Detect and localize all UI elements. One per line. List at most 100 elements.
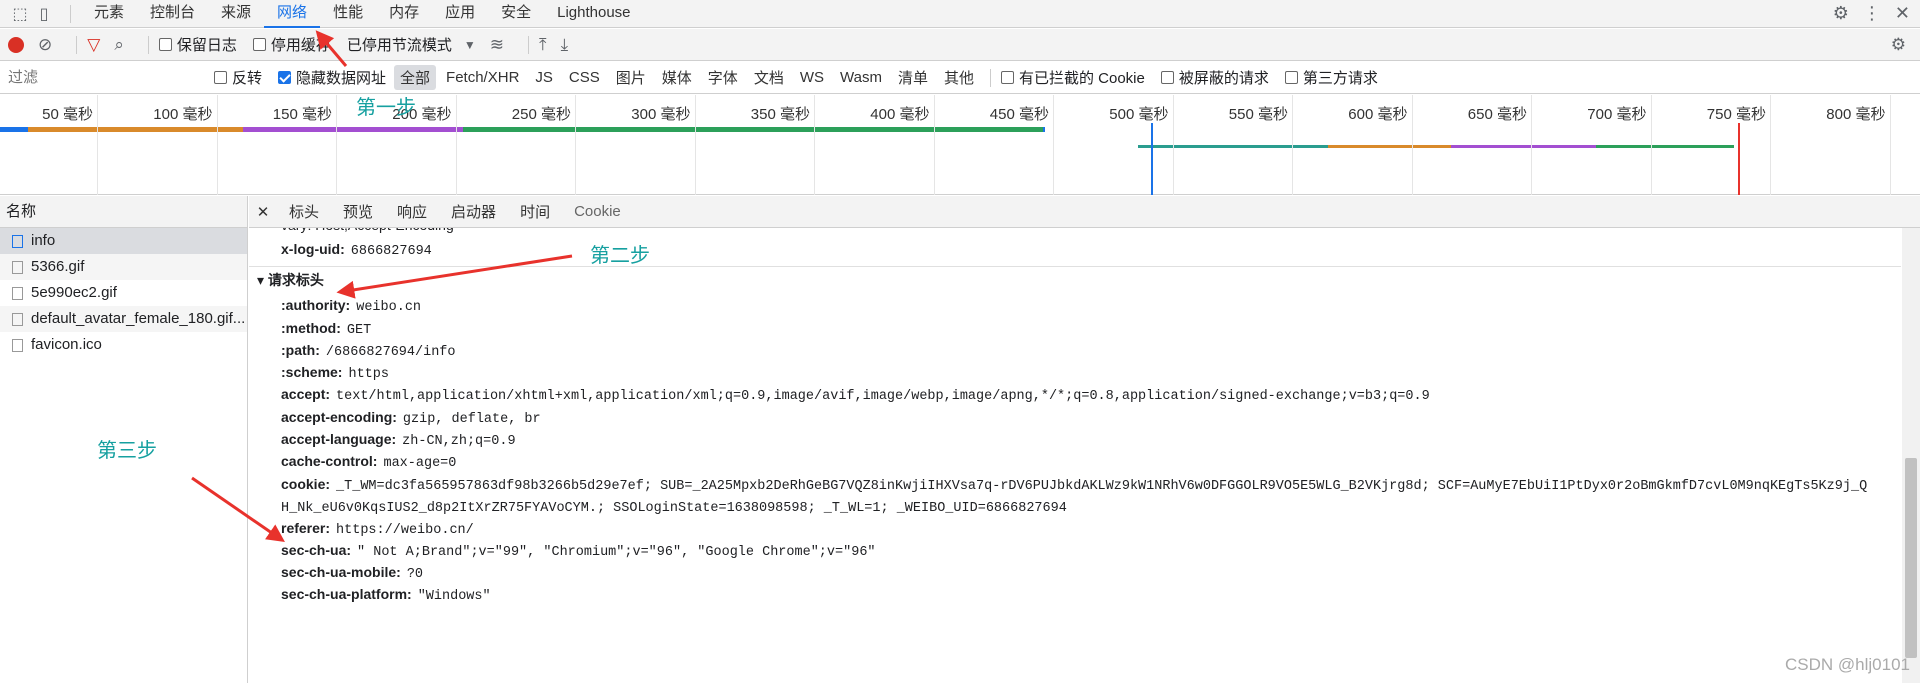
tab-1[interactable]: 控制台	[137, 0, 208, 28]
tab-3[interactable]: 网络	[264, 0, 321, 28]
close-detail-icon[interactable]: ✕	[249, 203, 277, 221]
filter-input[interactable]	[4, 66, 214, 89]
header-row: accept: text/html,application/xhtml+xml,a…	[281, 383, 1430, 408]
filter-type-5[interactable]: 媒体	[656, 65, 698, 90]
filter-type-10[interactable]: 清单	[892, 65, 934, 90]
checkbox-box[interactable]	[1160, 71, 1174, 84]
filter-type-2[interactable]: JS	[529, 67, 559, 88]
header-name: accept-language:	[281, 431, 397, 447]
timeline-tick-label: 550 毫秒	[1228, 106, 1288, 123]
detail-tab-5[interactable]: Cookie	[562, 203, 633, 220]
scrollbar[interactable]	[1902, 228, 1920, 683]
tab-4[interactable]: 性能	[320, 0, 376, 28]
request-row[interactable]: 5366.gif	[0, 254, 247, 280]
header-value: https	[348, 367, 389, 382]
timeline-tick-label: 700 毫秒	[1587, 106, 1647, 123]
checkbox-box[interactable]	[252, 38, 266, 51]
tab-2[interactable]: 来源	[208, 0, 264, 28]
settings-gear-icon[interactable]: ⚙	[1833, 3, 1849, 24]
chevron-down-icon[interactable]: ▼	[464, 38, 476, 52]
request-headers-section[interactable]: ▾ 请求标头	[257, 270, 324, 290]
divider	[70, 4, 71, 23]
export-har-icon[interactable]: ⤓	[561, 35, 569, 55]
tab-8[interactable]: Lighthouse	[544, 0, 643, 28]
filter-type-4[interactable]: 图片	[610, 65, 652, 90]
import-har-icon[interactable]: ⤒	[539, 35, 547, 55]
checkbox-box[interactable]	[1284, 71, 1298, 84]
divider	[989, 68, 991, 87]
close-icon[interactable]: ✕	[1895, 3, 1910, 24]
timeline-tick-label: 400 毫秒	[870, 106, 930, 123]
preserve-log-checkbox[interactable]: 保留日志	[158, 34, 237, 55]
network-conditions-icon[interactable]: ≋	[490, 35, 504, 55]
header-name: referer:	[281, 520, 331, 536]
timeline-grid-line	[1411, 95, 1413, 195]
header-name: accept:	[281, 386, 331, 402]
header-value: H_Nk_eU6v0KqsIUS2_d8p2ItXrZR75FYAVoCYM.;…	[281, 501, 1067, 516]
timeline-bar	[1138, 145, 1328, 148]
filter-type-6[interactable]: 字体	[702, 65, 744, 90]
hide-data-urls-checkbox[interactable]: 隐藏数据网址	[278, 67, 386, 88]
filter-type-7[interactable]: 文档	[748, 65, 790, 90]
tab-0[interactable]: 元素	[81, 0, 137, 28]
request-row[interactable]: 5e990ec2.gif	[0, 280, 247, 306]
filter-type-9[interactable]: Wasm	[834, 67, 888, 88]
tab-5[interactable]: 内存	[376, 0, 432, 28]
checkbox-box[interactable]	[1000, 71, 1014, 84]
timeline-grid-line	[575, 95, 576, 195]
detail-tab-2[interactable]: 响应	[385, 201, 439, 222]
name-column-header[interactable]: 名称	[0, 196, 247, 228]
search-icon[interactable]: ⌕	[114, 35, 124, 55]
more-options-icon[interactable]: ⋮	[1863, 3, 1881, 24]
timeline-tick-label: 100 毫秒	[153, 106, 213, 123]
detail-tab-1[interactable]: 预览	[331, 201, 385, 222]
blocked-cookies-checkbox[interactable]: 有已拦截的 Cookie	[1000, 67, 1145, 88]
device-toolbar-icon[interactable]: ▯	[32, 2, 56, 26]
scrollbar-thumb[interactable]	[1905, 458, 1917, 658]
header-name: sec-ch-ua:	[281, 542, 352, 558]
inspect-element-icon[interactable]: ⬚	[8, 2, 32, 26]
header-value: max-age=0	[383, 456, 457, 471]
invert-checkbox[interactable]: 反转	[214, 67, 262, 88]
timeline-grid-line	[216, 95, 218, 195]
filter-type-8[interactable]: WS	[794, 67, 830, 88]
annotation-step1: 第一步	[356, 97, 416, 119]
timeline-overview[interactable]: 50 毫秒 100 毫秒 150 毫秒 200 毫秒 250 毫秒 300 毫秒 350 毫…	[0, 95, 1920, 195]
request-name: 5366.gif	[31, 258, 85, 275]
watermark: CSDN @hlj0101	[1785, 655, 1910, 674]
header-name: sec-ch-ua-platform:	[281, 586, 412, 602]
timeline-grid-line	[455, 95, 457, 195]
filter-type-3[interactable]: CSS	[563, 67, 606, 88]
blocked-requests-checkbox[interactable]: 被屏蔽的请求	[1160, 67, 1269, 88]
filter-type-0[interactable]: 全部	[394, 65, 437, 90]
detail-tab-3[interactable]: 启动器	[439, 201, 508, 222]
tab-7[interactable]: 安全	[488, 0, 544, 28]
disable-cache-checkbox[interactable]: 停用缓存	[252, 34, 331, 55]
third-party-label: 第三方请求	[1302, 70, 1378, 87]
annotation-step3: 第三步	[97, 440, 157, 462]
filter-icon[interactable]: ▽	[87, 35, 100, 55]
request-row[interactable]: favicon.ico	[0, 332, 247, 358]
checkbox-box-checked[interactable]	[278, 71, 292, 84]
header-name: x-log-uid:	[281, 241, 345, 257]
checkbox-box[interactable]	[158, 38, 172, 51]
detail-tab-0[interactable]: 标头	[277, 201, 331, 222]
request-row[interactable]: default_avatar_female_180.gif...	[0, 306, 247, 332]
request-row[interactable]: info	[0, 228, 247, 254]
network-settings-icon[interactable]: ⚙	[1891, 35, 1906, 55]
throttling-select[interactable]: 已停用节流模式	[347, 34, 452, 55]
detail-tab-4[interactable]: 时间	[508, 201, 562, 222]
timeline-tick-label: 250 毫秒	[511, 106, 571, 123]
section-title: 请求标头	[267, 272, 324, 288]
timeline-tick-label: 800 毫秒	[1826, 106, 1886, 123]
record-button[interactable]	[8, 36, 24, 53]
dom-content-loaded-marker	[1151, 123, 1153, 195]
filter-type-1[interactable]: Fetch/XHR	[440, 67, 525, 88]
filter-type-11[interactable]: 其他	[938, 65, 980, 90]
checkbox-box[interactable]	[214, 71, 227, 84]
header-value: ?0	[406, 567, 424, 582]
clear-icon[interactable]: ⊘	[38, 35, 52, 55]
third-party-checkbox[interactable]: 第三方请求	[1284, 67, 1378, 88]
file-icon	[12, 338, 23, 352]
tab-6[interactable]: 应用	[432, 0, 488, 28]
